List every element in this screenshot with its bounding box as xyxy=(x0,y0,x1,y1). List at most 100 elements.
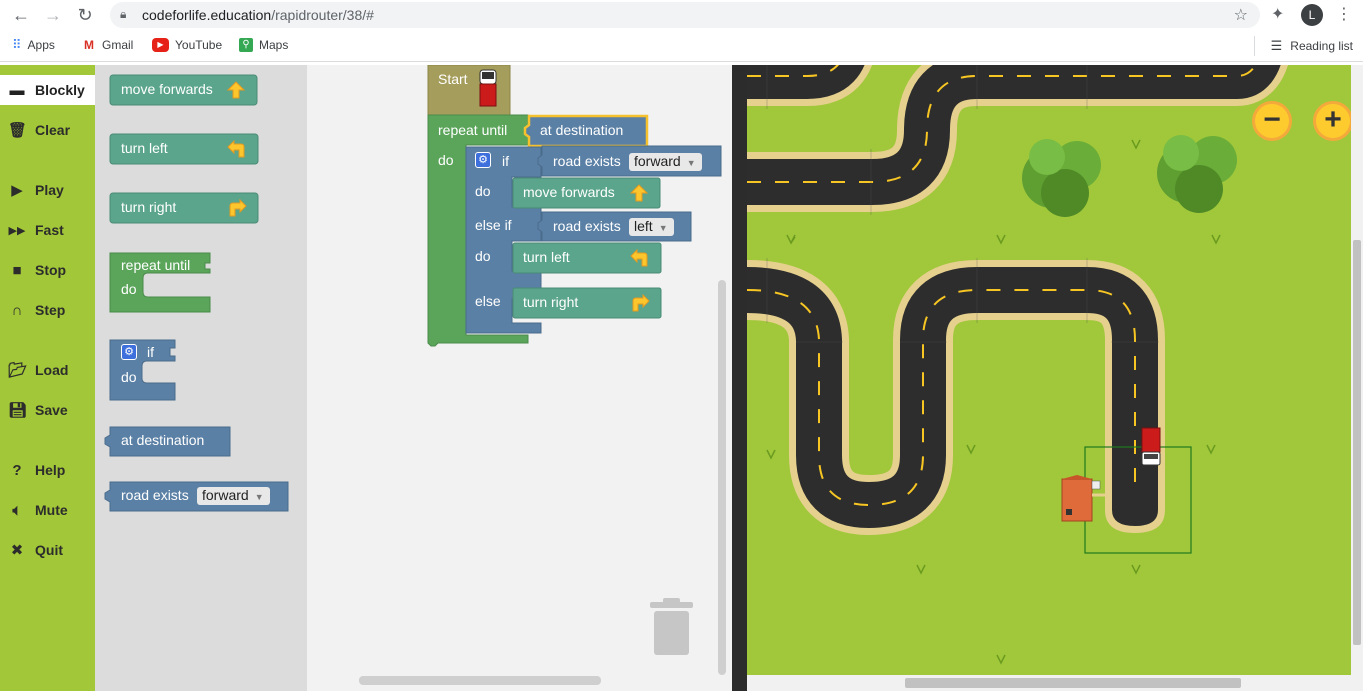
stop-icon: ■ xyxy=(12,261,22,279)
direction-dropdown[interactable]: forward ▼ xyxy=(197,487,270,505)
block-label: turn right xyxy=(121,199,177,215)
sidebar-item-label: Play xyxy=(35,182,64,198)
game-map[interactable]: − + xyxy=(747,65,1351,675)
play-icon: ▶ xyxy=(11,182,23,199)
scrollbar-thumb[interactable] xyxy=(1353,240,1361,645)
block-label: turn left xyxy=(523,249,570,265)
block-label: if xyxy=(147,344,154,360)
dropdown-value: forward xyxy=(634,153,681,169)
sidebar-item-mute[interactable]: 🔈︎ Mute xyxy=(0,495,95,525)
arrow-turn-left-icon xyxy=(630,249,648,267)
lock-icon: 🔒︎ xyxy=(120,7,127,21)
block-label: repeat until xyxy=(121,257,191,273)
bookmark-star-icon[interactable]: ☆ xyxy=(1234,5,1248,25)
arrow-turn-right-icon xyxy=(229,199,247,217)
panel-divider[interactable] xyxy=(732,65,747,691)
extensions-puzzle-icon[interactable]: ✦ xyxy=(1271,4,1284,24)
sidebar-item-help[interactable]: ? Help xyxy=(0,455,95,485)
sidebar-item-label: Quit xyxy=(35,542,63,558)
bookmark-gmail[interactable]: M Gmail xyxy=(82,38,133,52)
reading-list-label: Reading list xyxy=(1290,39,1353,53)
rapid-router-app: ▬ Blockly 🗑︎ Clear ▶ Play ▶▶ Fast ■ Stop ∩ Ste… xyxy=(0,65,1363,691)
arrow-up-icon xyxy=(630,184,648,202)
sidebar-item-save[interactable]: 💾︎ Save xyxy=(0,395,95,425)
gear-icon[interactable]: ⚙ xyxy=(121,344,137,360)
bookmarks-separator xyxy=(1254,36,1255,56)
zoom-out-button[interactable]: − xyxy=(1252,101,1292,141)
gmail-icon: M xyxy=(82,38,96,52)
bookmark-label: Gmail xyxy=(102,38,134,52)
sidebar-item-blockly[interactable]: ▬ Blockly xyxy=(0,75,95,105)
block-label: if xyxy=(502,153,509,169)
bookmarks-bar: ⠿ Apps M Gmail ▶ YouTube ⚲ Maps ☰ Readin… xyxy=(0,30,1363,62)
map-scrollbar-horizontal[interactable] xyxy=(747,675,1351,691)
sidebar-item-stop[interactable]: ■ Stop xyxy=(0,255,95,285)
block-label: repeat until xyxy=(438,122,508,138)
block-label: do xyxy=(475,183,491,199)
step-icon: ∩ xyxy=(11,301,23,319)
bookmark-apps[interactable]: ⠿ Apps xyxy=(12,37,55,53)
block-label: turn right xyxy=(523,294,579,310)
folder-icon: 📂︎ xyxy=(8,362,28,379)
block-label: road exists xyxy=(553,218,621,234)
blockly-icon: ▬ xyxy=(9,81,25,99)
maps-icon: ⚲ xyxy=(239,38,253,52)
workspace-scrollbar-vertical[interactable] xyxy=(718,280,726,675)
zoom-in-button[interactable]: + xyxy=(1313,101,1351,141)
scrollbar-thumb[interactable] xyxy=(905,678,1241,688)
speaker-icon: 🔈︎ xyxy=(12,501,22,519)
trash-icon: 🗑︎ xyxy=(8,122,28,139)
reload-icon[interactable]: ↻ xyxy=(74,4,96,26)
sidebar-item-play[interactable]: ▶ Play xyxy=(0,175,95,205)
bookmark-youtube[interactable]: ▶ YouTube xyxy=(152,38,222,52)
browser-menu-icon[interactable]: ⋮ xyxy=(1336,4,1352,24)
gear-icon[interactable]: ⚙ xyxy=(475,152,491,168)
sidebar-item-label: Stop xyxy=(35,262,67,278)
profile-avatar[interactable]: L xyxy=(1301,4,1323,26)
quit-icon: ✖ xyxy=(10,542,24,559)
youtube-icon: ▶ xyxy=(152,38,169,52)
direction-dropdown[interactable]: forward ▼ xyxy=(629,153,702,171)
sidebar-item-clear[interactable]: 🗑︎ Clear xyxy=(0,115,95,145)
block-label: road exists xyxy=(121,487,189,503)
caret-down-icon: ▼ xyxy=(686,158,696,168)
bush-icon xyxy=(1157,135,1237,213)
block-label: road exists xyxy=(553,153,621,169)
apps-grid-icon: ⠿ xyxy=(12,37,22,52)
bush-icon xyxy=(1022,139,1101,217)
direction-dropdown[interactable]: left ▼ xyxy=(629,218,674,236)
sidebar: ▬ Blockly 🗑︎ Clear ▶ Play ▶▶ Fast ■ Stop ∩ Ste… xyxy=(0,65,95,691)
arrow-up-icon xyxy=(227,81,245,99)
sidebar-item-load[interactable]: 📂︎ Load xyxy=(0,355,95,385)
dropdown-value: forward xyxy=(202,487,249,503)
help-icon: ? xyxy=(12,461,22,479)
delivery-van-icon xyxy=(1141,427,1161,466)
workspace-scrollbar-horizontal[interactable] xyxy=(359,676,601,685)
bookmark-maps[interactable]: ⚲ Maps xyxy=(239,38,288,52)
forward-arrow-icon[interactable]: → xyxy=(42,4,64,26)
block-label: Start xyxy=(438,71,468,87)
bookmark-label: YouTube xyxy=(175,38,223,52)
reading-list-button[interactable]: ☰ Reading list xyxy=(1271,38,1353,54)
block-label: at destination xyxy=(540,122,624,138)
sidebar-item-fast[interactable]: ▶▶ Fast xyxy=(0,215,95,245)
arrow-turn-right-icon xyxy=(632,294,650,312)
workspace-trash-icon xyxy=(650,598,693,655)
address-bar[interactable]: 🔒︎ codeforlife.education/rapidrouter/38/… xyxy=(110,2,1260,28)
plus-icon: + xyxy=(1324,103,1342,136)
blockly-workspace[interactable]: Start repeat until at destination do ⚙ i… xyxy=(307,65,732,691)
back-arrow-icon[interactable]: ← xyxy=(10,4,32,26)
sidebar-item-quit[interactable]: ✖ Quit xyxy=(0,535,95,565)
bookmark-label: Maps xyxy=(259,38,289,52)
save-icon: 💾︎ xyxy=(8,402,28,419)
bookmark-label: Apps xyxy=(27,38,55,52)
sidebar-item-label: Mute xyxy=(35,502,68,518)
dropdown-value: left xyxy=(634,218,653,234)
sidebar-item-label: Help xyxy=(35,462,66,478)
block-label: do xyxy=(121,369,137,385)
sidebar-item-label: Load xyxy=(35,362,69,378)
map-scrollbar-vertical[interactable] xyxy=(1351,65,1363,691)
block-label: move forwards xyxy=(121,81,213,97)
sidebar-item-step[interactable]: ∩ Step xyxy=(0,295,95,325)
sidebar-item-label: Clear xyxy=(35,122,71,138)
